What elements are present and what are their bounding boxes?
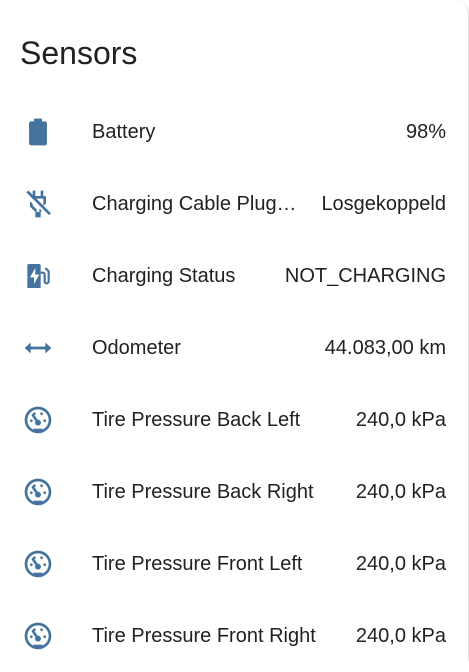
sensor-value: 44.083,00 km — [324, 337, 446, 359]
sensor-name: Charging Cable Plug… — [92, 193, 297, 215]
sensor-row-charging-status[interactable]: Charging Status NOT_CHARGING — [0, 240, 469, 312]
battery-icon — [22, 116, 54, 148]
card-title: Sensors — [20, 35, 138, 71]
sensor-row-tire-pressure-front-left[interactable]: Tire Pressure Front Left 240,0 kPa — [0, 528, 469, 600]
sensor-value: 240,0 kPa — [355, 553, 446, 575]
sensor-list: Battery 98% Charging Cable Plug… Losgeko… — [0, 96, 469, 672]
sensor-name: Tire Pressure Back Left — [92, 409, 301, 431]
sensor-value: 240,0 kPa — [355, 625, 446, 647]
sensor-row-odometer[interactable]: Odometer 44.083,00 km — [0, 312, 469, 384]
sensor-value: Losgekoppeld — [321, 193, 446, 215]
power-plug-off-icon — [22, 188, 54, 220]
gauge-icon — [22, 620, 54, 652]
gauge-icon — [22, 476, 54, 508]
sensor-value: 240,0 kPa — [355, 409, 446, 431]
sensor-row-tire-pressure-front-right[interactable]: Tire Pressure Front Right 240,0 kPa — [0, 600, 469, 672]
sensor-name: Tire Pressure Front Right — [92, 625, 316, 647]
sensor-value: NOT_CHARGING — [284, 265, 446, 287]
sensor-name: Odometer — [92, 337, 181, 359]
arrow-left-right-icon — [22, 332, 54, 364]
sensor-row-battery[interactable]: Battery 98% — [0, 96, 469, 168]
sensor-name: Charging Status — [92, 265, 236, 287]
sensor-row-tire-pressure-back-left[interactable]: Tire Pressure Back Left 240,0 kPa — [0, 384, 469, 456]
gauge-icon — [22, 548, 54, 580]
sensor-name: Tire Pressure Back Right — [92, 481, 314, 503]
sensor-name: Tire Pressure Front Left — [92, 553, 303, 575]
ev-station-icon — [22, 260, 54, 292]
sensors-card: Sensors Battery 98% Charging Cable Plug…… — [0, 0, 469, 661]
sensor-value: 240,0 kPa — [355, 481, 446, 503]
sensor-value: 98% — [405, 121, 446, 143]
gauge-icon — [22, 404, 54, 436]
sensor-row-charging-cable-plug[interactable]: Charging Cable Plug… Losgekoppeld — [0, 168, 469, 240]
sensor-name: Battery — [92, 121, 156, 143]
sensor-row-tire-pressure-back-right[interactable]: Tire Pressure Back Right 240,0 kPa — [0, 456, 469, 528]
